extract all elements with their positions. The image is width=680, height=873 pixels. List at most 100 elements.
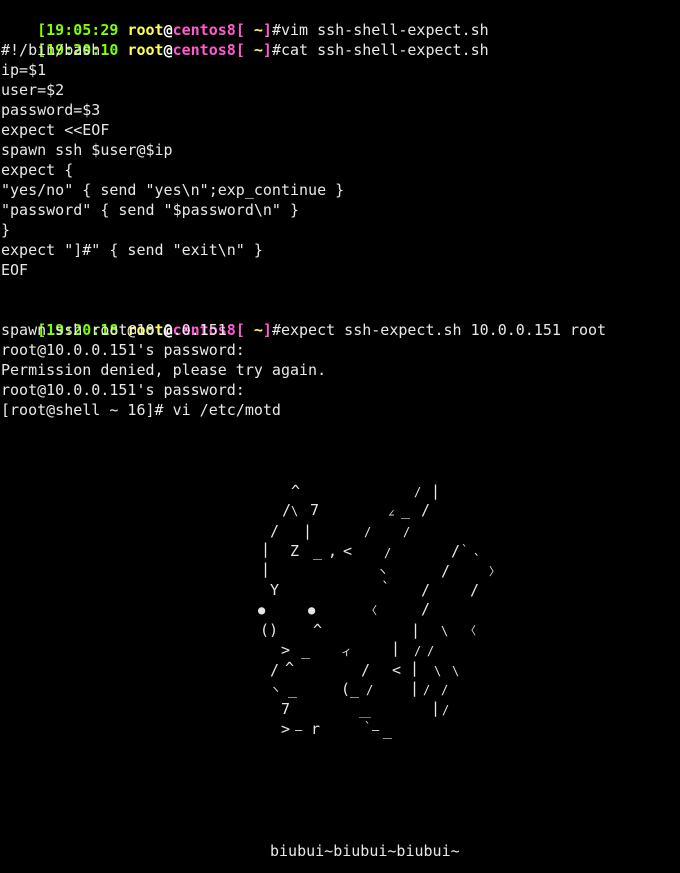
art-glyph: |: [261, 560, 271, 578]
art-glyph: /: [421, 501, 431, 519]
output-line: Permission denied, please try again.: [1, 361, 327, 379]
art-glyph: /: [421, 600, 431, 618]
art-glyph: ヽ: [377, 565, 388, 578]
art-glyph: ^: [285, 659, 295, 677]
art-glyph: r: [311, 720, 321, 738]
command-text: cat ssh-shell-expect.sh: [280, 41, 489, 59]
art-glyph: /: [361, 661, 371, 679]
output-line: spawn ssh root@10.0.0.151: [1, 321, 227, 339]
script-line: password=$3: [1, 101, 101, 119]
art-glyph: ―: [372, 723, 380, 737]
output-line: root@10.0.0.151's password:: [1, 381, 245, 399]
art-glyph: >: [281, 720, 291, 738]
prompt-dir: ~: [244, 321, 263, 339]
art-glyph: ^: [313, 621, 323, 639]
art-glyph: \: [291, 504, 299, 518]
motd-ascii-art: ^ / | / \ 7 ∠ _ / / | / / | Z _ , < / / …: [255, 478, 515, 778]
art-glyph: |: [410, 679, 420, 697]
prompt-user: root: [127, 41, 164, 59]
art-glyph: (): [260, 621, 279, 639]
script-line: ip=$1: [1, 61, 47, 79]
art-glyph: <: [392, 661, 402, 679]
motd-caption: biubui~biubui~biubui~: [270, 842, 460, 860]
command-text: expect ssh-expect.sh 10.0.0.151 root: [280, 321, 607, 339]
art-glyph: /: [421, 581, 431, 599]
art-glyph: (_: [341, 680, 360, 698]
art-glyph: ィ: [341, 645, 352, 658]
prompt-line-3: [19:20:18 root@centos8[ ~]#expect ssh-ex…: [1, 300, 606, 339]
art-glyph: _: [288, 680, 298, 698]
art-glyph: |: [411, 621, 421, 639]
script-line: }: [1, 221, 11, 239]
art-glyph: |: [391, 639, 401, 657]
script-line: #!/bin/bash: [1, 41, 101, 59]
art-glyph: \: [441, 624, 449, 638]
art-glyph: 7: [310, 501, 320, 519]
art-glyph: /: [441, 683, 449, 697]
art-glyph: `: [364, 720, 372, 734]
script-line: spawn ssh $user@$ip: [1, 141, 173, 159]
script-line: "yes/no" { send "yes\n";exp_continue }: [1, 181, 345, 199]
art-glyph: |: [410, 659, 420, 677]
art-glyph: /: [451, 542, 461, 560]
art-glyph: /: [414, 485, 422, 499]
art-glyph: |: [431, 699, 441, 717]
art-glyph: /: [470, 581, 480, 599]
art-glyph: ,: [328, 542, 338, 560]
prompt-dir-bracket: [: [235, 321, 245, 339]
art-glyph: ヽ: [270, 683, 281, 696]
script-line: expect <<EOF: [1, 121, 110, 139]
art-glyph: \: [452, 664, 460, 678]
script-line: "password" { send "$password\n" }: [1, 201, 300, 219]
prompt-bracket-close: ]: [262, 321, 272, 339]
art-glyph: 7: [281, 700, 291, 718]
prompt-dir-bracket: [: [235, 41, 245, 59]
art-glyph: _: [301, 641, 311, 659]
script-line: user=$2: [1, 81, 65, 99]
art-glyph: /: [282, 501, 292, 519]
script-line: EOF: [1, 261, 29, 279]
art-glyph: ―: [295, 723, 303, 737]
terminal-window[interactable]: [19:05:29 root@centos8[ ~]#vim ssh-shell…: [0, 0, 680, 873]
art-glyph: _: [401, 501, 411, 519]
art-glyph: ●: [258, 603, 266, 617]
art-glyph: 〉: [489, 565, 500, 578]
art-glyph: /: [414, 644, 422, 658]
output-line: [root@shell ~ 16]# vi /etc/motd: [1, 401, 281, 419]
art-glyph: /: [270, 522, 280, 540]
art-glyph: >: [281, 641, 291, 659]
art-glyph: 〈: [366, 604, 377, 617]
art-glyph: Z: [290, 542, 300, 560]
art-glyph: _: [383, 721, 393, 739]
art-glyph: _: [313, 542, 323, 560]
art-glyph: ●: [308, 603, 316, 617]
art-glyph: /: [366, 683, 374, 697]
prompt-symbol: #: [271, 41, 281, 59]
prompt-line-1: [19:05:29 root@centos8[ ~]#vim ssh-shell…: [1, 0, 489, 39]
art-glyph: `: [461, 543, 469, 557]
art-glyph: 、: [474, 545, 485, 558]
art-glyph: Y: [270, 581, 280, 599]
art-glyph: /: [270, 661, 280, 679]
script-line: expect {: [1, 161, 74, 179]
prompt-dir: ~: [244, 41, 263, 59]
art-glyph: ∠: [388, 507, 395, 520]
art-glyph: /: [384, 546, 392, 560]
art-glyph: /: [364, 525, 372, 539]
art-glyph: /: [442, 703, 450, 717]
art-glyph: |: [303, 522, 313, 540]
prompt-line-2: [19:20:10 root@centos8[ ~]#cat ssh-shell…: [1, 20, 489, 59]
art-glyph: |: [431, 482, 441, 500]
prompt-at: @: [163, 41, 173, 59]
art-glyph: ^: [291, 482, 301, 500]
prompt-host: centos8: [172, 41, 236, 59]
art-glyph: |: [261, 540, 271, 558]
art-glyph: /: [423, 683, 431, 697]
art-glyph: /: [403, 525, 411, 539]
output-line: root@10.0.0.151's password:: [1, 341, 245, 359]
art-glyph: `: [381, 579, 391, 597]
art-glyph: /: [441, 562, 451, 580]
script-line: expect "]#" { send "exit\n" }: [1, 241, 263, 259]
prompt-bracket-close: ]: [262, 41, 272, 59]
art-glyph: /: [427, 644, 435, 658]
